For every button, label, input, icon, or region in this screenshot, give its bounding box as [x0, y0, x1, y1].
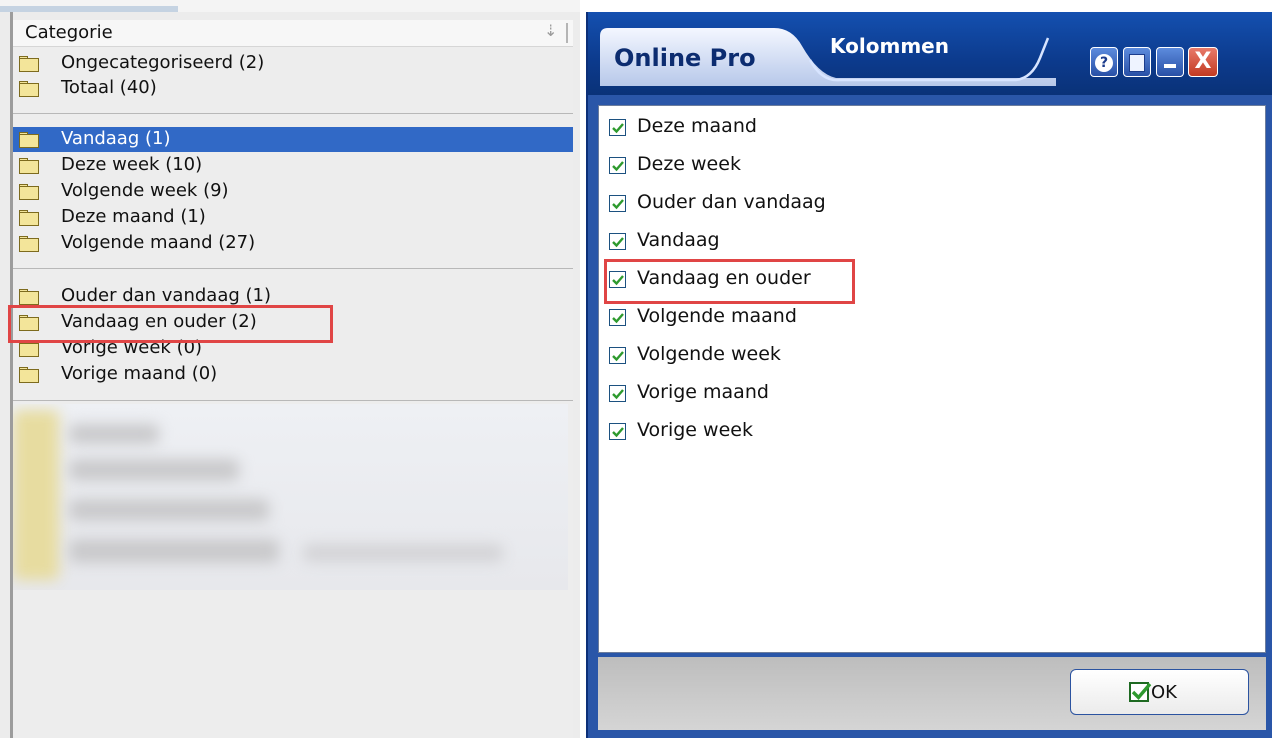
column-option-label: Ouder dan vandaag — [637, 191, 826, 213]
checkbox[interactable] — [609, 157, 626, 174]
category-item-label: Ouder dan vandaag (1) — [61, 285, 272, 306]
column-option-label: Deze week — [637, 153, 741, 175]
calculator-button[interactable] — [1123, 47, 1151, 77]
column-list: Deze maand Deze week Ouder dan vandaag V… — [598, 105, 1266, 653]
category-item-deze-week[interactable]: Deze week (10) — [13, 153, 573, 178]
ok-button-label: OK — [1151, 682, 1177, 703]
dialog-title-bar[interactable]: Online Pro Kolommen ? X — [588, 12, 1272, 95]
category-item-label: Ongecategoriseerd (2) — [61, 52, 265, 73]
minimize-icon — [1164, 64, 1176, 68]
checkbox[interactable] — [609, 309, 626, 326]
category-item-volgende-week[interactable]: Volgende week (9) — [13, 179, 573, 204]
close-button[interactable]: X — [1188, 47, 1218, 77]
group-divider — [13, 268, 573, 269]
category-item-label: Deze maand (1) — [61, 206, 206, 227]
folder-icon — [19, 341, 40, 357]
category-item-label: Deze week (10) — [61, 154, 203, 175]
dialog-footer: OK — [598, 657, 1266, 730]
checkbox[interactable] — [609, 195, 626, 212]
category-list: Categorie ⇣ Ongecategoriseerd (2) Totaal… — [13, 20, 573, 738]
top-bar-accent — [0, 6, 178, 12]
dialog-title: Kolommen — [830, 34, 949, 58]
checkmark-icon — [1129, 682, 1152, 702]
category-item-label: Totaal (40) — [61, 77, 157, 98]
folder-icon — [19, 236, 40, 252]
category-item-totaal[interactable]: Totaal (40) — [13, 76, 573, 101]
category-panel: Categorie ⇣ Ongecategoriseerd (2) Totaal… — [0, 0, 580, 738]
checkbox[interactable] — [609, 347, 626, 364]
blurred-content — [13, 404, 568, 590]
category-item-volgende-maand[interactable]: Volgende maand (27) — [13, 231, 573, 256]
category-header[interactable]: Categorie ⇣ — [13, 20, 573, 47]
column-option-label: Volgende maand — [637, 305, 797, 327]
calculator-icon — [1129, 54, 1145, 72]
group-divider — [13, 113, 573, 114]
column-resize-handle[interactable] — [566, 23, 568, 43]
folder-icon — [19, 367, 40, 383]
app-title: Online Pro — [614, 44, 756, 72]
folder-icon — [19, 81, 40, 97]
category-item-ongecategoriseerd[interactable]: Ongecategoriseerd (2) — [13, 51, 573, 76]
folder-icon — [19, 210, 40, 226]
category-item-label: Volgende week (9) — [61, 180, 229, 201]
category-item-deze-maand[interactable]: Deze maand (1) — [13, 205, 573, 230]
folder-icon — [19, 289, 40, 305]
help-button[interactable]: ? — [1090, 47, 1118, 77]
ok-button[interactable]: OK — [1070, 669, 1249, 715]
column-option-label: Volgende week — [637, 343, 781, 365]
category-header-label: Categorie — [25, 22, 113, 43]
column-option-label: Deze maand — [637, 115, 757, 137]
column-option-label: Vorige week — [637, 419, 753, 441]
folder-icon — [19, 56, 40, 72]
category-item-label: Vandaag (1) — [61, 128, 171, 149]
arrow-down-icon[interactable]: ⇣ — [544, 21, 557, 40]
checkbox[interactable] — [609, 233, 626, 250]
checkbox[interactable] — [609, 423, 626, 440]
category-item-label: Vorige maand (0) — [61, 363, 218, 384]
close-icon: X — [1194, 49, 1212, 74]
category-item-vorige-maand[interactable]: Vorige maand (0) — [13, 362, 573, 387]
help-icon: ? — [1095, 54, 1113, 72]
column-option-label: Vorige maand — [637, 381, 769, 403]
checkbox[interactable] — [609, 119, 626, 136]
folder-icon — [19, 158, 40, 174]
folder-icon — [19, 132, 40, 148]
category-item-label: Volgende maand (27) — [61, 232, 256, 253]
columns-dialog: Online Pro Kolommen ? X Deze maand Deze … — [586, 12, 1272, 738]
minimize-button[interactable] — [1156, 47, 1184, 77]
category-item-vandaag[interactable]: Vandaag (1) — [13, 127, 573, 152]
group-divider — [13, 400, 573, 401]
annotation-highlight-box — [604, 259, 855, 304]
annotation-highlight-box — [8, 305, 333, 343]
top-bar — [0, 0, 580, 12]
column-option-label: Vandaag — [637, 229, 720, 251]
folder-icon — [19, 184, 40, 200]
checkbox[interactable] — [609, 385, 626, 402]
